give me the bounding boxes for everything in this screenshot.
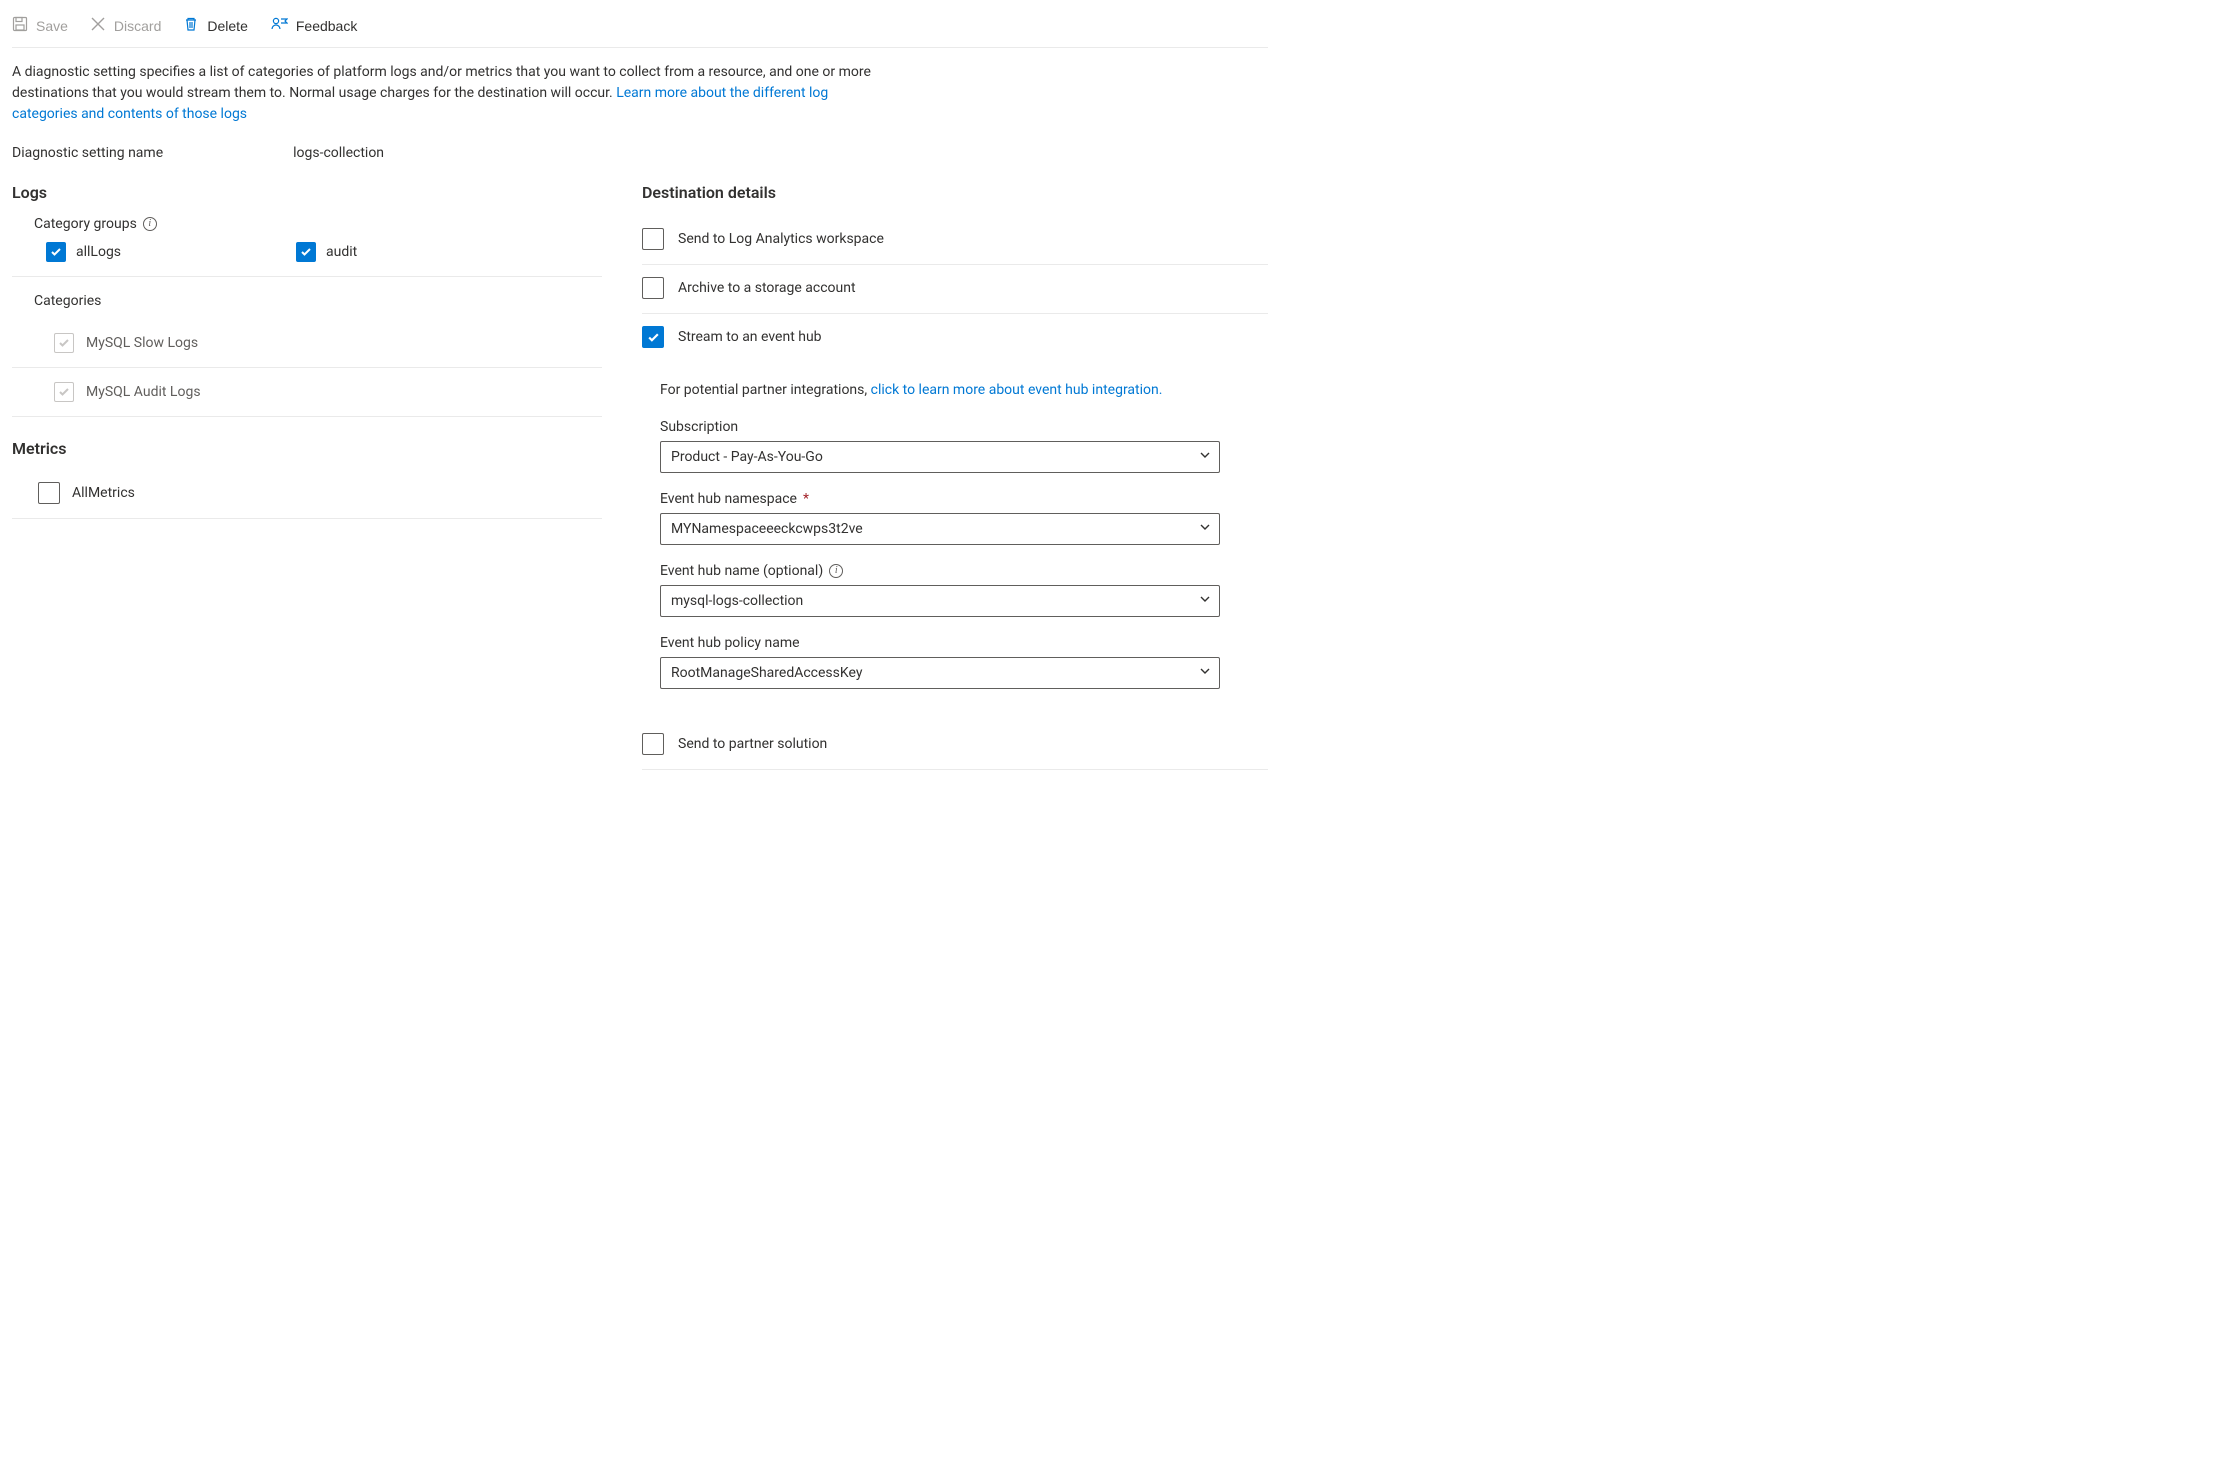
category-groups-row: allLogs audit [12, 242, 602, 277]
dest-label: Stream to an event hub [678, 329, 822, 345]
metrics-heading: Metrics [12, 439, 602, 458]
logs-heading: Logs [12, 183, 602, 202]
delete-label: Delete [207, 18, 247, 34]
field-eventhub-name: Event hub name (optional) i mysql-logs-c… [660, 563, 1268, 617]
category-group-label: audit [326, 244, 357, 260]
category-mysql-slow-logs: MySQL Slow Logs [12, 319, 602, 368]
checkbox-disabled-icon [54, 333, 74, 353]
category-groups-label: Category groups i [34, 216, 602, 232]
category-groups-text: Category groups [34, 216, 137, 232]
categories-label: Categories [34, 293, 602, 309]
checkbox-checked-icon [642, 326, 664, 348]
policy-label: Event hub policy name [660, 635, 1268, 651]
metric-label: AllMetrics [72, 485, 135, 501]
checkbox-checked-icon [296, 242, 316, 262]
namespace-label-text: Event hub namespace [660, 491, 797, 507]
dest-event-hub[interactable]: Stream to an event hub [642, 314, 1268, 362]
dest-storage-account[interactable]: Archive to a storage account [642, 265, 1268, 314]
eventhub-name-label-text: Event hub name (optional) [660, 563, 823, 579]
category-group-audit[interactable]: audit [296, 242, 536, 262]
feedback-icon [270, 16, 288, 35]
checkbox-disabled-icon [54, 382, 74, 402]
trash-icon [183, 16, 199, 35]
namespace-label: Event hub namespace * [660, 491, 1268, 507]
save-button[interactable]: Save [12, 14, 68, 37]
checkbox-checked-icon [46, 242, 66, 262]
field-eventhub-namespace: Event hub namespace * MYNamespaceeeckcwp… [660, 491, 1268, 545]
toolbar: Save Discard Delete [12, 10, 1268, 48]
category-group-alllogs[interactable]: allLogs [46, 242, 286, 262]
subscription-label: Subscription [660, 419, 1268, 435]
save-icon [12, 16, 28, 35]
delete-button[interactable]: Delete [183, 14, 247, 37]
checkbox-unchecked-icon [642, 277, 664, 299]
setting-name-value[interactable]: logs-collection [293, 145, 384, 161]
setting-name-row: Diagnostic setting name logs-collection [12, 129, 1268, 171]
category-label: MySQL Audit Logs [86, 384, 201, 400]
category-group-label: allLogs [76, 244, 121, 260]
field-subscription: Subscription Product - Pay-As-You-Go [660, 419, 1268, 473]
dest-label: Send to partner solution [678, 736, 827, 752]
checkbox-unchecked-icon [38, 482, 60, 504]
setting-name-label: Diagnostic setting name [12, 145, 163, 161]
dest-partner-solution[interactable]: Send to partner solution [642, 721, 1268, 770]
destinations-heading: Destination details [642, 183, 1268, 202]
info-icon[interactable]: i [143, 217, 157, 231]
eventhub-learn-more-link[interactable]: click to learn more about event hub inte… [871, 382, 1163, 398]
dest-label: Archive to a storage account [678, 280, 856, 296]
required-indicator: * [803, 491, 809, 507]
checkbox-unchecked-icon [642, 733, 664, 755]
subscription-select[interactable]: Product - Pay-As-You-Go [660, 441, 1220, 473]
eventhub-name-select[interactable]: mysql-logs-collection [660, 585, 1220, 617]
eventhub-name-label: Event hub name (optional) i [660, 563, 1268, 579]
category-label: MySQL Slow Logs [86, 335, 198, 351]
eventhub-intro-text: For potential partner integrations, [660, 382, 871, 398]
close-icon [90, 16, 106, 35]
chevron-down-icon [1199, 521, 1211, 537]
policy-select[interactable]: RootManageSharedAccessKey [660, 657, 1220, 689]
field-eventhub-policy: Event hub policy name RootManageSharedAc… [660, 635, 1268, 689]
checkbox-unchecked-icon [642, 228, 664, 250]
chevron-down-icon [1199, 665, 1211, 681]
select-value: Product - Pay-As-You-Go [671, 449, 823, 465]
select-value: RootManageSharedAccessKey [671, 665, 862, 681]
category-mysql-audit-logs: MySQL Audit Logs [12, 368, 602, 417]
chevron-down-icon [1199, 593, 1211, 609]
dest-label: Send to Log Analytics workspace [678, 231, 884, 247]
discard-label: Discard [114, 18, 161, 34]
select-value: MYNamespaceeeckcwps3t2ve [671, 521, 863, 537]
info-icon[interactable]: i [829, 564, 843, 578]
dest-log-analytics[interactable]: Send to Log Analytics workspace [642, 216, 1268, 265]
select-value: mysql-logs-collection [671, 593, 803, 609]
feedback-button[interactable]: Feedback [270, 14, 357, 37]
feedback-label: Feedback [296, 18, 357, 34]
namespace-select[interactable]: MYNamespaceeeckcwps3t2ve [660, 513, 1220, 545]
description-text: A diagnostic setting specifies a list of… [12, 48, 872, 129]
metric-allmetrics[interactable]: AllMetrics [12, 472, 602, 519]
save-label: Save [36, 18, 68, 34]
chevron-down-icon [1199, 449, 1211, 465]
eventhub-intro: For potential partner integrations, clic… [642, 362, 1268, 401]
discard-button[interactable]: Discard [90, 14, 161, 37]
